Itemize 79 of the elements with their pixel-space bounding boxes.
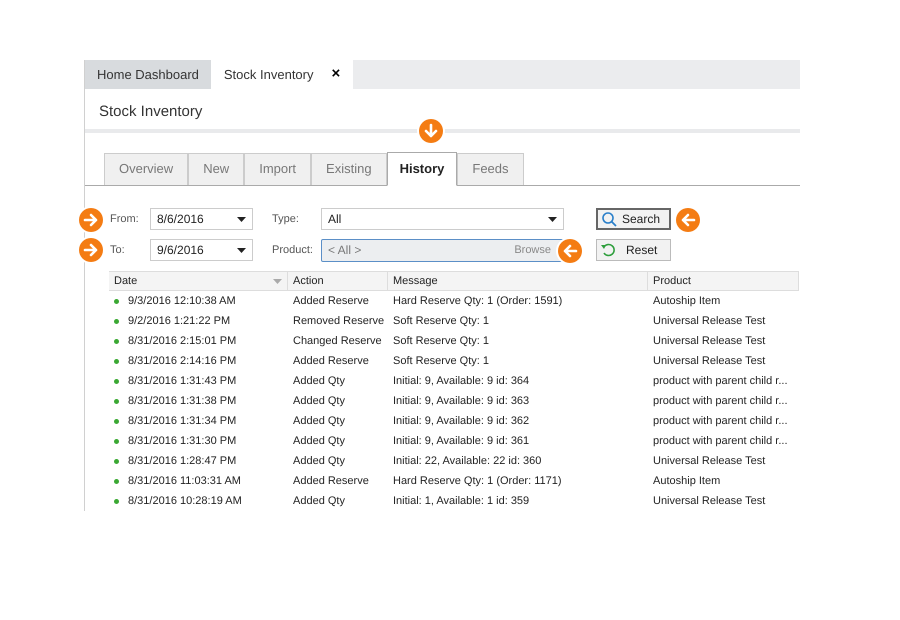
table-cell-text: 9/2/2016 1:21:22 PM [128, 314, 230, 329]
table-cell-text: product with parent child r... [653, 394, 788, 409]
table-cell-text: Hard Reserve Qty: 1 (Order: 1171) [393, 474, 562, 489]
product-field[interactable]: < All > Browse [321, 238, 564, 262]
table-cell-text: Added Qty [293, 374, 345, 389]
dropdown-caret-icon [548, 216, 557, 222]
document-tab[interactable]: Home Dashboard [85, 60, 211, 90]
reset-button[interactable]: Reset [596, 239, 671, 262]
table-cell-text: Universal Release Test [653, 334, 766, 349]
search-button[interactable]: Search [596, 208, 671, 230]
table-cell-text: 8/31/2016 1:31:43 PM [128, 374, 236, 389]
arrow-callout-icon [76, 235, 106, 265]
table-cell-text: 8/31/2016 1:31:30 PM [128, 434, 236, 449]
table-cell-text: 8/31/2016 2:14:16 PM [128, 354, 236, 369]
table-cell-text: Autoship Item [653, 474, 720, 489]
column-header[interactable]: Action [288, 272, 388, 290]
table-cell-text: Initial: 9, Available: 9 id: 364 [393, 374, 530, 389]
table-cell-text: Added Qty [293, 414, 345, 429]
tab[interactable]: Overview [104, 152, 188, 185]
table-cell-text: 8/31/2016 11:03:31 AM [128, 474, 241, 489]
table-cell-text: Initial: 1, Available: 1 id: 359 [393, 494, 530, 509]
dropdown-caret-icon [237, 248, 246, 253]
table-cell-text: Hard Reserve Qty: 1 (Order: 1591) [393, 294, 562, 309]
table-cell-text: Added Qty [293, 394, 345, 409]
dropdown-field[interactable]: 9/6/2016 [150, 239, 253, 262]
table-cell-text: Added Qty [293, 434, 345, 449]
arrow-callout-icon [673, 205, 703, 235]
tab[interactable]: History [386, 152, 458, 186]
table-cell-text: 8/31/2016 10:28:19 AM [128, 494, 242, 509]
arrow-callout-icon [76, 205, 106, 235]
arrow-callout-icon [416, 116, 446, 146]
table-cell-text: 8/31/2016 1:31:38 PM [128, 394, 236, 409]
page-title: Stock Inventory [98, 102, 204, 122]
tab[interactable]: Existing [311, 152, 387, 185]
table-cell-text: Initial: 9, Available: 9 id: 363 [393, 394, 530, 409]
document-tab[interactable]: Stock Inventory × [210, 60, 354, 90]
table-cell-text: Initial: 9, Available: 9 id: 361 [393, 434, 530, 449]
table-cell-text: Added Qty [293, 454, 345, 469]
dropdown-field[interactable]: All [321, 208, 564, 230]
dropdown-caret-icon [237, 216, 246, 222]
table-cell-text: Added Qty [293, 494, 345, 509]
table-cell-text: product with parent child r... [653, 374, 788, 389]
field-label: From: [110, 212, 140, 227]
column-header[interactable]: Date [109, 272, 288, 290]
table-cell-text: Universal Release Test [653, 354, 766, 369]
table-cell-text: Soft Reserve Qty: 1 [393, 314, 489, 329]
table-cell-text: Removed Reserve [293, 314, 384, 329]
table-cell-text: Added Reserve [293, 354, 369, 369]
column-header[interactable]: Product [648, 272, 799, 290]
table-cell-text: Universal Release Test [653, 494, 766, 509]
tab[interactable]: Import [244, 152, 312, 185]
arrow-callout-icon [555, 236, 585, 266]
close-button[interactable]: × [332, 63, 340, 86]
table-cell-text: Autoship Item [653, 294, 720, 309]
sort-caret-icon [273, 278, 282, 284]
table-cell-text: product with parent child r... [653, 434, 788, 449]
table-cell-text: Added Reserve [293, 294, 369, 309]
table-cell-text: 8/31/2016 1:28:47 PM [128, 454, 236, 469]
search-icon [602, 212, 617, 227]
table-cell-text: Initial: 9, Available: 9 id: 362 [393, 414, 530, 429]
table-cell-text: Soft Reserve Qty: 1 [393, 354, 489, 369]
field-label: Type: [272, 212, 300, 227]
tab[interactable]: Feeds [457, 152, 524, 185]
table-cell-text: 8/31/2016 2:15:01 PM [128, 334, 236, 349]
column-header[interactable]: Message [388, 272, 648, 290]
field-label: To: [110, 242, 126, 258]
table-cell-text: 8/31/2016 1:31:34 PM [128, 414, 236, 429]
table-cell-text: Soft Reserve Qty: 1 [393, 334, 489, 349]
dropdown-field[interactable]: 8/6/2016 [150, 208, 253, 230]
undo-icon [601, 243, 616, 258]
table-cell-text: Universal Release Test [653, 314, 766, 329]
field-label: Product: [272, 242, 314, 258]
table-cell-text: Changed Reserve [293, 334, 382, 349]
table-cell-text: Initial: 22, Available: 22 id: 360 [393, 454, 542, 469]
table-cell-text: product with parent child r... [653, 414, 788, 429]
table-cell-text: Universal Release Test [653, 454, 766, 469]
table-cell-text: 9/3/2016 12:10:38 AM [128, 294, 236, 309]
table-cell-text: Added Reserve [293, 474, 369, 489]
tab[interactable]: New [188, 152, 244, 185]
